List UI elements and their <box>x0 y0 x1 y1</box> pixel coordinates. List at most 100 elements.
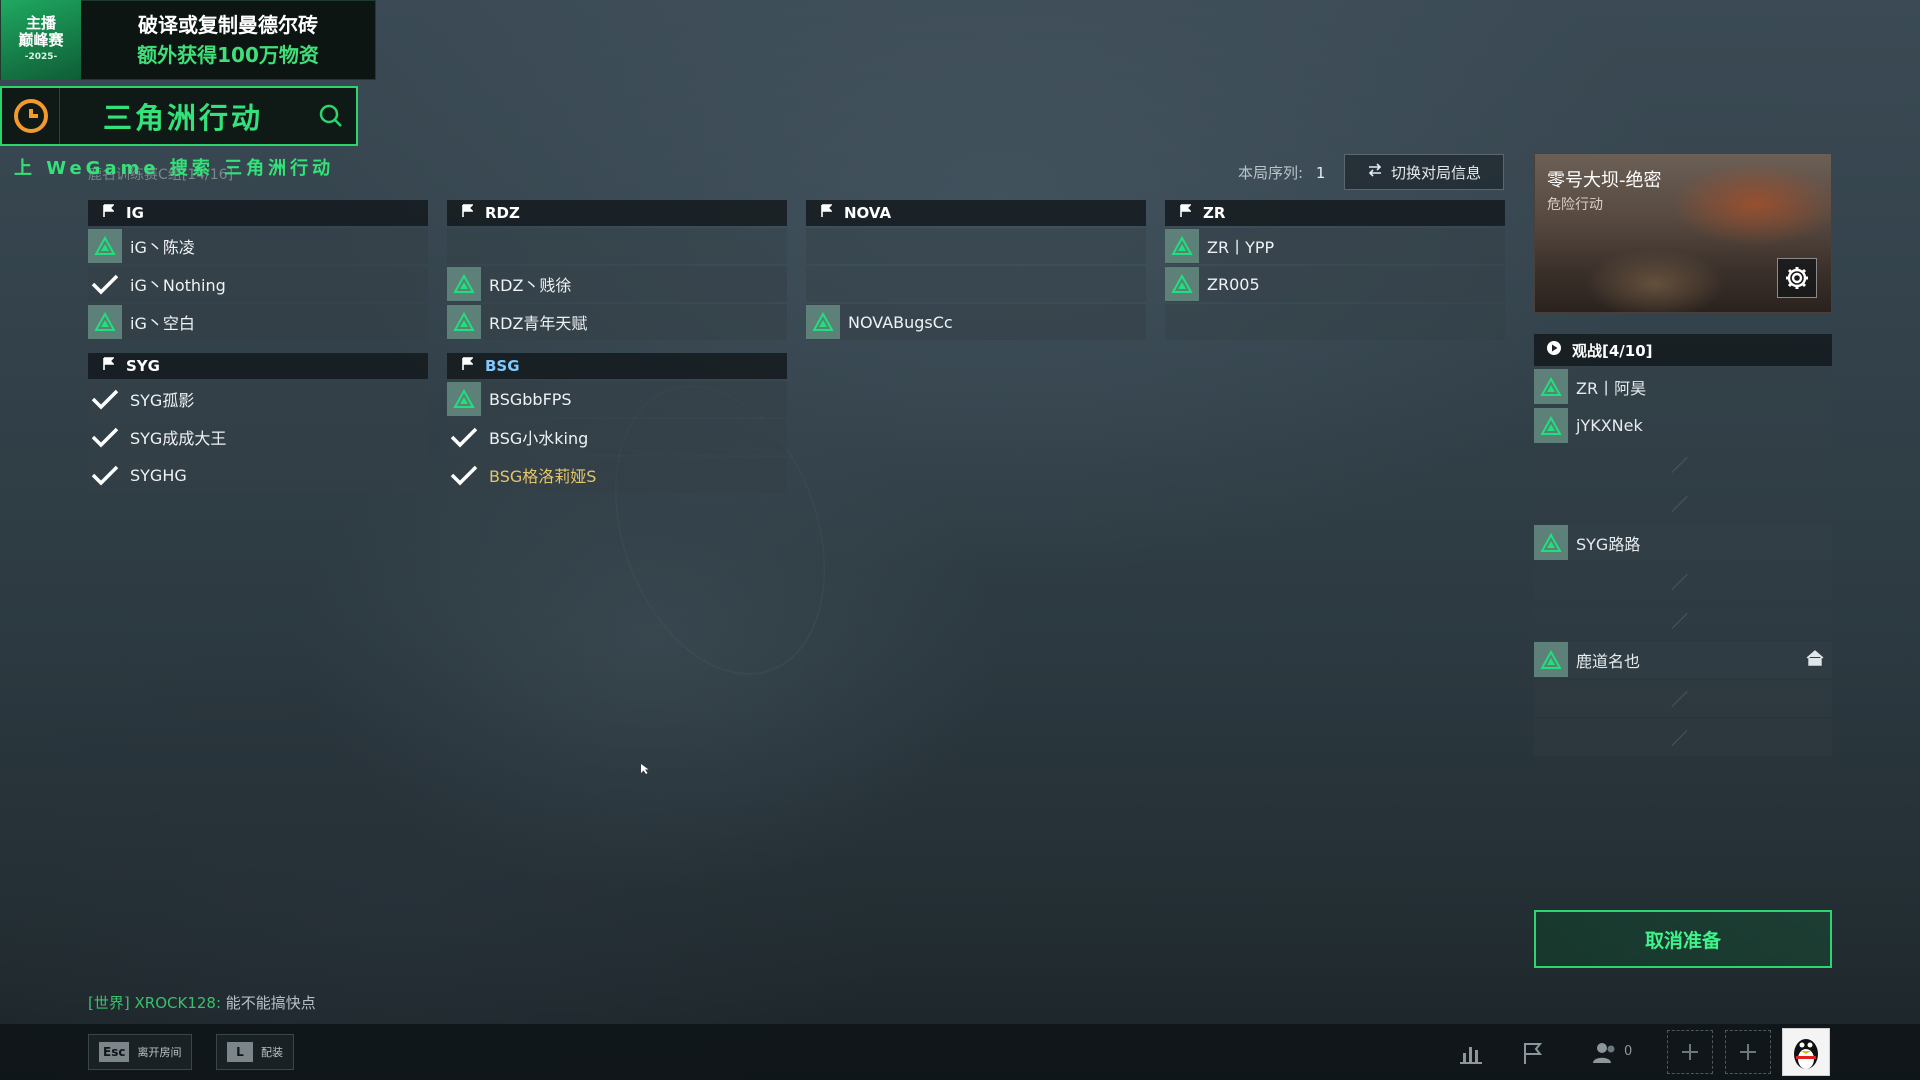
player-slot[interactable]: SYGHG <box>88 457 428 493</box>
promo-line-1: 破译或复制曼德尔砖 <box>138 13 318 37</box>
player-slot[interactable]: iG丶空白 <box>88 304 428 340</box>
player-slot[interactable]: BSG小水king <box>447 419 787 455</box>
player-slot[interactable]: RDZ青年天赋 <box>447 304 787 340</box>
team-header: RDZ <box>447 200 787 226</box>
empty-slot[interactable] <box>1165 304 1505 340</box>
plus-icon <box>1740 1044 1756 1060</box>
team-header: NOVA <box>806 200 1146 226</box>
gear-icon[interactable] <box>1777 258 1817 298</box>
add-teammate-button[interactable] <box>1725 1030 1771 1074</box>
empty-slash <box>1671 690 1688 708</box>
player-name: ZR丨YPP <box>1207 238 1275 257</box>
switch-match-info-button[interactable]: 切换对局信息 <box>1344 154 1504 190</box>
tournament-logo: 主播 巅峰赛 -2025- <box>1 0 81 80</box>
pending-triangle-icon <box>447 267 481 301</box>
player-name: BSGbbFPS <box>489 389 572 409</box>
empty-slot[interactable] <box>806 266 1146 302</box>
search-caption: 上 WeGame 搜索 三角洲行动 <box>14 158 335 179</box>
search-icon[interactable] <box>306 103 356 129</box>
cancel-ready-button[interactable]: 取消准备 <box>1534 910 1832 968</box>
search-keyword: 三角洲行动 <box>102 101 263 135</box>
leave-room-button[interactable]: Esc 离开房间 <box>88 1034 193 1070</box>
team-name: SYG <box>126 357 160 375</box>
team-name: IG <box>126 204 144 222</box>
empty-slot[interactable] <box>447 228 787 264</box>
spectator-slot[interactable]: SYG路路 <box>1534 524 1832 561</box>
player-slot[interactable]: NOVABugsCc <box>806 304 1146 340</box>
chat-channel: [世界] <box>88 994 130 1012</box>
team-header: ZR <box>1165 200 1505 226</box>
stats-chart-icon[interactable] <box>1454 1036 1488 1070</box>
team-zr: ZR ZR丨YPP ZR005 <box>1165 200 1505 342</box>
avatar[interactable] <box>1782 1028 1830 1076</box>
wegame-search-bar[interactable]: 三角洲行动 <box>0 86 358 146</box>
player-slot[interactable]: iG丶Nothing <box>88 266 428 302</box>
player-name: BSG小水king <box>489 429 589 448</box>
empty-spectator-slot[interactable] <box>1534 446 1832 483</box>
pending-triangle-icon <box>447 382 481 416</box>
qq-penguin-icon <box>1794 1039 1818 1069</box>
ready-check-icon <box>88 267 122 301</box>
empty-spectator-slot[interactable] <box>1534 602 1832 639</box>
player-name: RDZ青年天赋 <box>489 314 588 333</box>
chat-message: [世界] XROCK128: 能不能搞快点 <box>88 992 316 1013</box>
logo-text-2: 巅峰赛 <box>18 30 64 49</box>
spectator-slot[interactable]: ZR丨阿昊 <box>1534 368 1832 405</box>
map-card[interactable]: 零号大坝-绝密 危险行动 <box>1534 153 1832 313</box>
team-nova: NOVA NOVABugsCc <box>806 200 1146 342</box>
pending-triangle-icon <box>1165 229 1199 263</box>
loadout-button[interactable]: L 配装 <box>216 1034 294 1070</box>
l-key: L <box>227 1042 253 1062</box>
player-name: iG丶陈凌 <box>130 238 195 257</box>
empty-spectator-slot[interactable] <box>1534 563 1832 600</box>
player-name: RDZ丶贱徐 <box>489 276 572 295</box>
promo-banner[interactable]: 主播 巅峰赛 -2025- 破译或复制曼德尔砖 额外获得100万物资 <box>0 0 376 80</box>
team-rdz: RDZ RDZ丶贱徐 RDZ青年天赋 <box>447 200 787 342</box>
spectator-slot-host[interactable]: 鹿道名也 <box>1534 641 1832 678</box>
flag-icon <box>102 357 115 375</box>
spectator-name: ZR丨阿昊 <box>1576 378 1647 398</box>
player-slot[interactable]: RDZ丶贱徐 <box>447 266 787 302</box>
empty-spectator-slot[interactable] <box>1534 485 1832 522</box>
player-slot[interactable]: iG丶陈凌 <box>88 228 428 264</box>
team-header: SYG <box>88 353 428 379</box>
team-bsg: BSG BSGbbFPS BSG小水king BSG格洛莉娅S <box>447 353 787 495</box>
pending-triangle-icon <box>88 229 122 263</box>
player-name: iG丶Nothing <box>130 276 226 295</box>
spectator-slot[interactable]: jYKXNek <box>1534 407 1832 444</box>
team-name: NOVA <box>844 204 892 222</box>
team-ig: IG iG丶陈凌 iG丶Nothing iG丶空白 <box>88 200 428 342</box>
pending-triangle-icon <box>88 305 122 339</box>
promo-line-2: 额外获得100万物资 <box>137 43 319 67</box>
room-owner-home-icon <box>1806 650 1824 670</box>
empty-spectator-slot[interactable] <box>1534 719 1832 756</box>
logo-text-1: 主播 <box>25 13 56 32</box>
team-name: ZR <box>1203 204 1226 222</box>
player-slot[interactable]: BSGbbFPS <box>447 381 787 417</box>
player-slot[interactable]: SYG成成大王 <box>88 419 428 455</box>
mouse-cursor <box>640 760 650 779</box>
team-flag-icon[interactable] <box>1516 1036 1550 1070</box>
team-name: BSG <box>485 357 520 375</box>
empty-slot[interactable] <box>806 228 1146 264</box>
empty-spectator-slot[interactable] <box>1534 680 1832 717</box>
order-value: 1 <box>1315 164 1326 182</box>
player-slot[interactable]: ZR005 <box>1165 266 1505 302</box>
leave-room-label: 离开房间 <box>137 1046 182 1059</box>
player-slot[interactable]: ZR丨YPP <box>1165 228 1505 264</box>
ready-check-icon <box>447 420 481 454</box>
empty-slash <box>1671 456 1688 474</box>
spectator-name: 鹿道名也 <box>1576 651 1641 671</box>
friends-icon[interactable] <box>1588 1036 1622 1070</box>
add-teammate-button[interactable] <box>1667 1030 1713 1074</box>
esc-key: Esc <box>99 1042 130 1062</box>
player-slot[interactable]: SYG孤影 <box>88 381 428 417</box>
spectator-header: 观战[4/10] <box>1534 334 1832 366</box>
spectator-panel: 观战[4/10] ZR丨阿昊 jYKXNek SYG路路 鹿道名也 <box>1534 334 1832 758</box>
ready-check-icon <box>88 382 122 416</box>
pending-triangle-icon <box>806 305 840 339</box>
player-name: iG丶空白 <box>130 314 195 333</box>
player-slot-self[interactable]: BSG格洛莉娅S <box>447 457 787 493</box>
pending-triangle-icon <box>1534 369 1568 404</box>
friends-count: 0 <box>1624 1044 1633 1059</box>
